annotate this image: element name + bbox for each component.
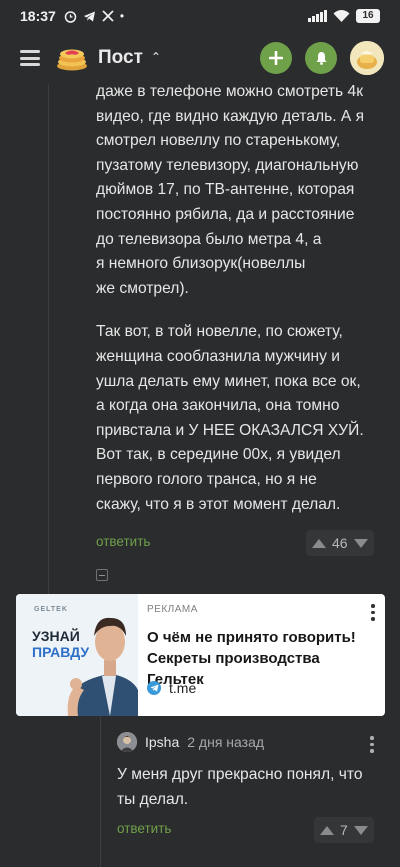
hamburger-icon[interactable] xyxy=(20,50,40,66)
comment-line: пузатому телевизору, диагональную xyxy=(96,156,359,174)
ad-source[interactable]: t.me xyxy=(147,680,196,696)
comment-line: я немного близорук(новеллы xyxy=(96,255,306,273)
rating-value: 7 xyxy=(340,822,348,838)
dots-icon: • xyxy=(119,9,125,23)
notifications-button[interactable] xyxy=(305,42,337,74)
rating-value: 46 xyxy=(332,535,348,551)
reply-thread-line xyxy=(100,716,101,867)
upvote-icon[interactable] xyxy=(320,825,334,835)
comment-line: смотрел новеллу по старенькому, xyxy=(96,132,341,150)
status-notification-icons: • xyxy=(64,9,124,23)
ad-more-icon[interactable] xyxy=(371,604,375,621)
comment-line: же смотрел). xyxy=(96,279,189,297)
reply-more-icon[interactable] xyxy=(370,736,374,753)
reply-line: У меня друг прекрасно понял, что xyxy=(117,766,363,783)
status-bar: 18:37 • 16 xyxy=(0,0,400,32)
comment-paragraph-1: даже в телефоне можно смотреть 4к видео,… xyxy=(96,84,386,301)
ad-label: РЕКЛАМА xyxy=(147,604,198,615)
add-post-button[interactable] xyxy=(260,42,292,74)
comment-line: а когда она закончила, она томно xyxy=(96,397,340,415)
status-system-icons: 16 xyxy=(308,9,380,23)
telegram-icon xyxy=(83,11,95,21)
downvote-icon[interactable] xyxy=(353,825,368,835)
telegram-icon xyxy=(147,681,161,695)
page-title[interactable]: Пост xyxy=(98,47,143,69)
x-icon xyxy=(102,10,114,22)
comment-rating: 46 xyxy=(306,530,374,556)
reply-meta: Ipsha 2 дня назад xyxy=(117,732,264,752)
reply-text: У меня друг прекрасно понял, что ты дела… xyxy=(117,763,387,812)
comment-paragraph-2: Так вот, в той новелле, по сюжету, женщи… xyxy=(96,320,386,517)
chevron-up-icon[interactable]: ⌃ xyxy=(151,50,161,64)
plus-icon xyxy=(269,51,283,65)
ad-source-link[interactable]: t.me xyxy=(169,680,196,696)
comments-area: даже в телефоне можно смотреть 4к видео,… xyxy=(0,84,400,867)
header-actions xyxy=(260,41,384,75)
comment-thread-line xyxy=(48,84,49,594)
status-time: 18:37 xyxy=(20,8,56,24)
comment-line: привстала и У НЕЕ ОКАЗАЛСЯ ХУЙ. xyxy=(96,421,364,439)
reply-rating: 7 xyxy=(314,817,374,843)
comment-line: Так вот, в той новелле, по сюжету, xyxy=(96,323,343,341)
bell-icon xyxy=(316,52,326,65)
pikabu-logo-icon[interactable] xyxy=(56,44,88,72)
ad-image: GELTEK УЗНАЙ ПРАВДУ xyxy=(16,594,138,716)
reply-line: ты делал. xyxy=(117,790,189,808)
ad-banner[interactable]: GELTEK УЗНАЙ ПРАВДУ РЕКЛАМА О чём не при… xyxy=(16,594,385,716)
reply-reply-link[interactable]: ответить xyxy=(117,821,171,836)
comment-line: до телевизора было метра 4, а xyxy=(96,230,322,248)
app-header: Пост ⌃ xyxy=(0,32,400,84)
reply-link[interactable]: ответить xyxy=(96,534,150,549)
collapse-thread-icon[interactable] xyxy=(96,569,108,581)
comment-line: первого голого транса, но я не xyxy=(96,470,317,488)
downvote-icon[interactable] xyxy=(353,538,368,548)
comment-line: дюймов 17, по ТВ-антенне, которая xyxy=(96,181,355,199)
ad-person-image xyxy=(67,617,138,716)
comment-line: Вот так, в середине 00х, я увидел xyxy=(96,446,341,464)
comment-line: ушла делать ему минет, пока все ок, xyxy=(96,372,361,390)
comment-line: постоянно рябила, да и расстояние xyxy=(96,205,355,223)
battery-icon: 16 xyxy=(356,9,380,23)
user-avatar[interactable] xyxy=(350,41,384,75)
comment-line: женщина сооблазнила мужчину и xyxy=(96,347,341,365)
comment-line: скажу, что я в этот момент делал. xyxy=(96,495,341,513)
comment-line: видео, где видно каждую деталь. А я xyxy=(96,107,365,125)
reply-author[interactable]: Ipsha xyxy=(145,734,179,750)
comment-text: даже в телефоне можно смотреть 4к видео,… xyxy=(96,84,386,517)
comment-line: даже в телефоне можно смотреть 4к xyxy=(96,84,364,100)
alarm-icon xyxy=(64,10,77,23)
wifi-icon xyxy=(333,9,350,22)
signal-icon xyxy=(308,10,327,22)
reply-avatar[interactable] xyxy=(117,732,137,752)
upvote-icon[interactable] xyxy=(312,538,326,548)
reply-date: 2 дня назад xyxy=(187,734,265,750)
